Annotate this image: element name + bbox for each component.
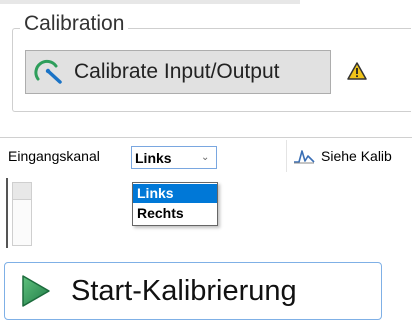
scrollbar-thumb[interactable] — [13, 183, 31, 200]
dropdown-option-rechts[interactable]: Rechts — [133, 204, 217, 223]
start-calibration-label: Start-Kalibrierung — [71, 274, 297, 307]
siehe-kalibrierung-button[interactable]: Siehe Kalib — [286, 140, 412, 172]
chevron-down-icon[interactable]: ⌄ — [201, 152, 209, 164]
input-channel-label: Eingangskanal — [8, 148, 100, 164]
top-divider — [0, 0, 300, 4]
calibrate-input-output-button[interactable]: Calibrate Input/Output — [25, 50, 331, 94]
toolbar-divider — [0, 137, 412, 138]
siehe-kalibrierung-label: Siehe Kalib — [321, 148, 392, 164]
input-channel-select[interactable]: Links ⌄ — [131, 146, 217, 169]
waveform-icon — [293, 148, 315, 164]
start-calibration-button[interactable]: Start-Kalibrierung — [4, 262, 382, 320]
calibration-group-title: Calibration — [20, 12, 129, 36]
warning-icon — [347, 62, 367, 80]
dropdown-option-links[interactable]: Links — [133, 184, 217, 203]
input-channel-selected-value: Links — [135, 150, 172, 166]
calibrate-gauge-icon — [34, 59, 64, 85]
calibrate-button-label: Calibrate Input/Output — [74, 60, 280, 83]
play-triangle-icon — [21, 274, 51, 308]
window-left-edge — [6, 178, 8, 248]
input-channel-dropdown-list: Links Rechts — [132, 182, 218, 226]
